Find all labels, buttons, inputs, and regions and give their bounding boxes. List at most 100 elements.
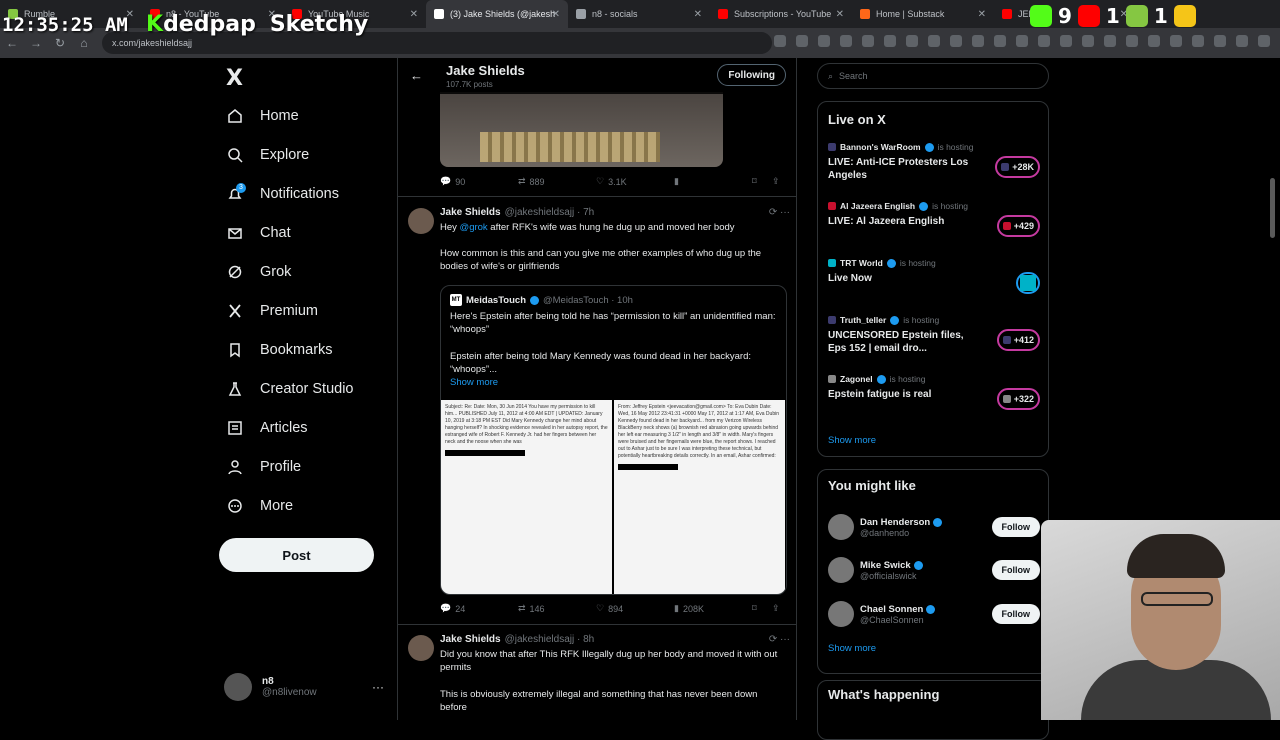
youtube-icon (1077, 5, 1100, 27)
repost-button[interactable]: ⇄ 889 (518, 176, 596, 187)
tweet-handle[interactable]: @jakeshieldsajj · 8h (505, 634, 595, 645)
more-icon[interactable]: ··· (372, 680, 384, 694)
extension-icon[interactable] (1214, 35, 1226, 47)
extension-icon[interactable] (818, 35, 830, 47)
tweet-handle[interactable]: @jakeshieldsajj · 7h (505, 207, 595, 218)
extension-icon[interactable] (1126, 35, 1138, 47)
close-icon[interactable]: ✕ (552, 9, 560, 20)
tweet-author[interactable]: Jake Shields (440, 207, 501, 218)
nav-item-profile[interactable]: Profile (226, 453, 301, 481)
close-icon[interactable]: ✕ (978, 9, 986, 20)
extension-icon[interactable] (862, 35, 874, 47)
close-icon[interactable]: ✕ (836, 9, 844, 20)
extension-icon[interactable] (906, 35, 918, 47)
live-item[interactable]: TRT World is hosting Live Now (828, 258, 1040, 294)
x-logo[interactable]: X (226, 66, 243, 91)
extension-icon[interactable] (972, 35, 984, 47)
extension-icon[interactable] (950, 35, 962, 47)
nav-item-grok[interactable]: Grok (226, 258, 291, 286)
repost-button[interactable]: ⇄ 146 (518, 603, 596, 614)
more-icon[interactable]: ⟳ ··· (769, 207, 790, 218)
nav-item-chat[interactable]: Chat (226, 219, 291, 247)
show-more-link[interactable]: Show more (828, 435, 876, 446)
nav-item-home[interactable]: Home (226, 102, 299, 130)
browser-tab[interactable]: (3) Jake Shields (@jakesh ✕ (426, 0, 568, 28)
back-arrow-icon[interactable]: ← (410, 68, 423, 83)
browser-tab[interactable]: Subscriptions - YouTube ✕ (710, 0, 852, 28)
tweet-image[interactable] (440, 92, 723, 167)
avatar[interactable] (408, 208, 434, 234)
live-title: UNCENSORED Epstein files, Eps 152 | emai… (828, 330, 964, 354)
bookmark-icon (226, 341, 244, 359)
suggested-account[interactable]: Chael Sonnen @ChaelSonnen Follow (828, 597, 1040, 631)
live-host: Zagonel is hosting (828, 374, 1040, 384)
extension-icon[interactable] (796, 35, 808, 47)
follow-button[interactable]: Follow (991, 517, 1040, 537)
more-icon[interactable]: ⟳ ··· (769, 634, 790, 645)
extension-icon[interactable] (1038, 35, 1050, 47)
live-item[interactable]: Zagonel is hosting Epstein fatigue is real… (828, 374, 1040, 410)
live-item[interactable]: Al Jazeera English is hosting LIVE: Al Jaz… (828, 201, 1040, 237)
extension-icon[interactable] (1258, 35, 1270, 47)
extension-icon[interactable] (1236, 35, 1248, 47)
close-icon[interactable]: ✕ (410, 9, 418, 20)
extension-icon[interactable] (994, 35, 1006, 47)
views-button[interactable]: ▮ 208K (674, 603, 752, 614)
account-switcher[interactable]: n8 @n8livenow ··· (224, 673, 384, 701)
reload-icon[interactable]: ↻ (48, 36, 72, 50)
extension-icon[interactable] (1016, 35, 1028, 47)
nav-item-notifications[interactable]: 3 Notifications (226, 180, 339, 208)
reply-button[interactable]: 💬 90 (440, 176, 518, 187)
extension-icon[interactable] (840, 35, 852, 47)
views-icon[interactable]: ▮ (674, 176, 752, 187)
extension-icon[interactable] (1082, 35, 1094, 47)
search-input[interactable]: ⌕ Search (817, 63, 1049, 89)
avatar[interactable] (408, 635, 434, 661)
show-more-link[interactable]: Show more (450, 376, 780, 389)
scrollbar[interactable] (1270, 178, 1275, 238)
tweet-author[interactable]: Jake Shields (440, 634, 501, 645)
nav-item-premium[interactable]: Premium (226, 297, 318, 325)
extension-icon[interactable] (1192, 35, 1204, 47)
live-host: Truth_teller is hosting (828, 315, 1040, 325)
extension-icon[interactable] (1170, 35, 1182, 47)
suggested-account[interactable]: Mike Swick @officialswick Follow (828, 553, 1040, 587)
follow-button[interactable]: Follow (991, 604, 1040, 624)
document-image-left[interactable]: Subject: Re: Date: Mon, 30 Jun 2014 You … (441, 400, 612, 594)
like-button[interactable]: ♡ 894 (596, 603, 674, 614)
quoted-tweet[interactable]: MT MeidasTouch @MeidasTouch · 10h Here's… (440, 285, 787, 595)
extension-icon[interactable] (928, 35, 940, 47)
live-item[interactable]: Truth_teller is hosting UNCENSORED Epstein… (828, 315, 1040, 355)
following-button[interactable]: Following (717, 64, 786, 86)
extension-icon[interactable] (1104, 35, 1116, 47)
share-icon[interactable]: ⇪ (772, 603, 780, 614)
follow-button[interactable]: Follow (991, 560, 1040, 580)
extension-icon[interactable] (884, 35, 896, 47)
nav-item-more[interactable]: More (226, 492, 293, 520)
reply-button[interactable]: 💬 24 (440, 603, 518, 614)
grok-mention[interactable]: @grok (460, 222, 488, 233)
extension-icon[interactable] (1148, 35, 1160, 47)
bookmark-icon[interactable]: ⌑ (752, 176, 772, 187)
close-icon[interactable]: ✕ (694, 9, 702, 20)
document-image-right[interactable]: From: Jeffrey Epstein <jeevacation@gmail… (614, 400, 785, 594)
home-browser-icon[interactable]: ⌂ (72, 36, 96, 50)
bookmark-icon[interactable]: ⌑ (752, 603, 772, 614)
nav-item-explore[interactable]: Explore (226, 141, 309, 169)
back-icon[interactable]: ← (0, 36, 24, 50)
extension-icon[interactable] (1060, 35, 1072, 47)
forward-icon[interactable]: → (24, 36, 48, 50)
stream-clock: 12:35:25 AM (2, 14, 128, 36)
nav-item-creator-studio[interactable]: Creator Studio (226, 375, 354, 403)
show-more-link[interactable]: Show more (828, 643, 876, 654)
browser-tab[interactable]: n8 - socials ✕ (568, 0, 710, 28)
like-button[interactable]: ♡ 3.1K (596, 176, 674, 187)
live-item[interactable]: Bannon's WarRoom is hosting LIVE: Anti-ICE… (828, 142, 1040, 182)
browser-tab[interactable]: Home | Substack ✕ (852, 0, 994, 28)
share-icon[interactable]: ⇪ (772, 176, 780, 187)
post-button[interactable]: Post (219, 538, 374, 572)
extension-icon[interactable] (774, 35, 786, 47)
nav-item-articles[interactable]: Articles (226, 414, 308, 442)
suggested-account[interactable]: Dan Henderson @danhendo Follow (828, 510, 1040, 544)
nav-item-bookmarks[interactable]: Bookmarks (226, 336, 333, 364)
